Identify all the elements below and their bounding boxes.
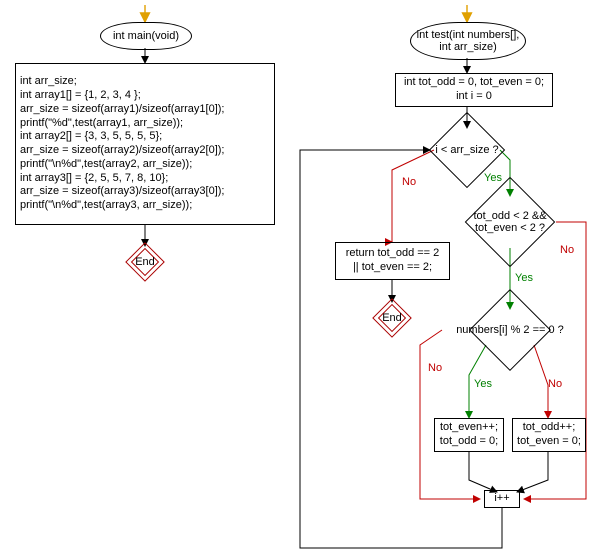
edge-yes-2: Yes bbox=[515, 272, 533, 284]
edge-yes-3: Yes bbox=[474, 378, 492, 390]
inc-odd-text: tot_odd++; tot_even = 0; bbox=[517, 421, 581, 449]
flow-start-main: int main(void) bbox=[100, 22, 192, 50]
main-body-text: int arr_size; int array1[] = {1, 2, 3, 4… bbox=[20, 75, 224, 213]
inc-even: tot_even++; tot_odd = 0; bbox=[434, 418, 504, 452]
cond-mod-label: numbers[i] % 2 == 0 ? bbox=[440, 324, 580, 336]
cond-counts-label: tot_odd < 2 && tot_even < 2 ? bbox=[473, 210, 546, 234]
edge-no-3: No bbox=[548, 378, 562, 390]
init-text: int tot_odd = 0, tot_even = 0; int i = 0 bbox=[404, 76, 544, 104]
flow-start-test: int test(int numbers[], int arr_size) bbox=[410, 22, 526, 60]
edge-no-1: No bbox=[402, 176, 416, 188]
edge-no-4: No bbox=[428, 362, 442, 374]
start-main-label: int main(void) bbox=[113, 30, 179, 42]
cond-i-label: i < arr_size ? bbox=[435, 144, 498, 156]
ipp: i++ bbox=[484, 490, 520, 508]
start-test-label: int test(int numbers[], int arr_size) bbox=[417, 29, 520, 53]
return-text: return tot_odd == 2 || tot_even == 2; bbox=[346, 247, 440, 275]
end-main-label: End bbox=[135, 256, 155, 268]
init-box: int tot_odd = 0, tot_even = 0; int i = 0 bbox=[395, 73, 553, 107]
edge-yes-1: Yes bbox=[484, 172, 502, 184]
main-body: int arr_size; int array1[] = {1, 2, 3, 4… bbox=[15, 63, 275, 225]
end-test-label: End bbox=[382, 312, 402, 324]
edge-no-2: No bbox=[560, 244, 574, 256]
ipp-text: i++ bbox=[494, 492, 509, 506]
return-box: return tot_odd == 2 || tot_even == 2; bbox=[335, 242, 450, 280]
inc-odd: tot_odd++; tot_even = 0; bbox=[512, 418, 586, 452]
inc-even-text: tot_even++; tot_odd = 0; bbox=[440, 421, 498, 449]
